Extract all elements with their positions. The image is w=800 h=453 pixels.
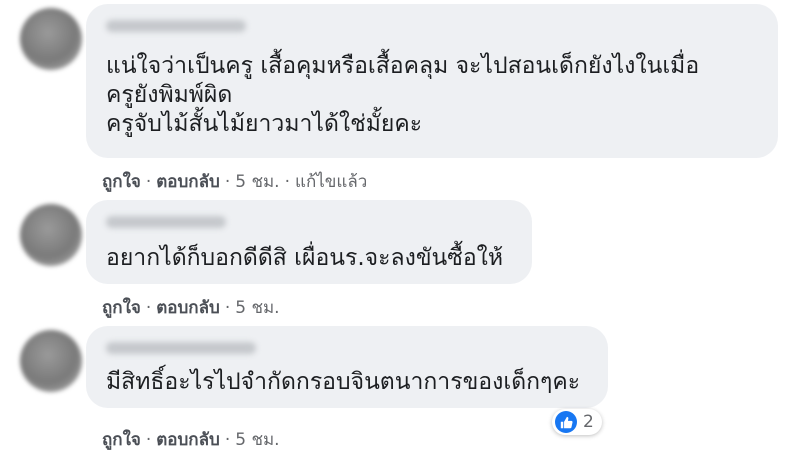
- reply-link[interactable]: ตอบกลับ: [156, 172, 220, 192]
- like-icon: [555, 411, 577, 433]
- comment-text-line: ครูยังพิมพ์ผิด: [106, 82, 233, 108]
- comment-actions: ถูกใจ · ตอบกลับ · 5 ชม. · แก้ไขแล้ว: [102, 172, 368, 192]
- comment-text-line: ครูจับไม้สั้นไม้ยาวมาได้ใช่มั้ยคะ: [106, 111, 423, 137]
- author-name[interactable]: [106, 20, 246, 32]
- timestamp[interactable]: 5 ชม.: [235, 172, 279, 192]
- timestamp[interactable]: 5 ชม.: [235, 298, 279, 318]
- avatar[interactable]: [20, 204, 82, 266]
- reaction-count: 2: [583, 412, 594, 432]
- avatar[interactable]: [20, 330, 82, 392]
- like-link[interactable]: ถูกใจ: [102, 298, 141, 318]
- reaction-summary[interactable]: 2: [552, 409, 602, 435]
- comment-actions: ถูกใจ · ตอบกลับ · 5 ชม.: [102, 298, 280, 318]
- reply-link[interactable]: ตอบกลับ: [156, 430, 220, 450]
- like-link[interactable]: ถูกใจ: [102, 430, 141, 450]
- reply-link[interactable]: ตอบกลับ: [156, 298, 220, 318]
- comment-text-line: อยากได้ก็บอกดีดีสิ เผื่อนร.จะลงขันซื้อให…: [106, 245, 504, 271]
- edited-label: แก้ไขแล้ว: [295, 172, 368, 192]
- author-name[interactable]: [106, 342, 256, 354]
- comment-bubble: แน่ใจว่าเป็นครู เสื้อคุมหรือเสื้อคลุม จะ…: [86, 4, 778, 158]
- comment-bubble: มีสิทธิ์อะไรไปจำกัดกรอบจินตนาการของเด็กๆ…: [86, 326, 608, 408]
- timestamp[interactable]: 5 ชม.: [235, 430, 279, 450]
- comment-actions: ถูกใจ · ตอบกลับ · 5 ชม.: [102, 430, 280, 450]
- comment-text-line: แน่ใจว่าเป็นครู เสื้อคุมหรือเสื้อคลุม จะ…: [106, 53, 700, 79]
- comment-bubble: อยากได้ก็บอกดีดีสิ เผื่อนร.จะลงขันซื้อให…: [86, 200, 532, 284]
- like-link[interactable]: ถูกใจ: [102, 172, 141, 192]
- comment-text-line: มีสิทธิ์อะไรไปจำกัดกรอบจินตนาการของเด็กๆ…: [106, 369, 581, 395]
- avatar[interactable]: [20, 8, 82, 70]
- author-name[interactable]: [106, 216, 226, 228]
